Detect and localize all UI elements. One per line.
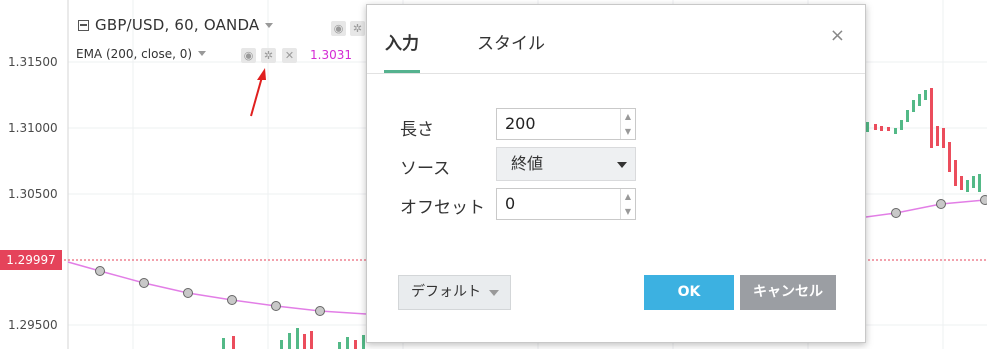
- source-label: ソース: [400, 159, 451, 179]
- symbol-title: GBP/USD, 60, OANDA: [95, 16, 260, 34]
- defaults-label: デフォルト: [411, 284, 481, 300]
- candles-left: [222, 328, 365, 349]
- indicator-value: 1.3031: [310, 48, 352, 62]
- collapse-icon[interactable]: [78, 20, 89, 31]
- indicator-settings-dialog: 入力 スタイル × 長さ 200 ▲ ▼ ソース 終値 オフセット 0 ▲ ▼ …: [366, 4, 866, 343]
- indicator-legend[interactable]: EMA (200, close, 0): [76, 47, 207, 61]
- eye-icon[interactable]: ◉: [331, 21, 346, 36]
- gear-icon[interactable]: ✲: [261, 48, 276, 63]
- tab-inputs[interactable]: 入力: [385, 29, 419, 54]
- offset-stepper[interactable]: ▲ ▼: [620, 189, 635, 219]
- length-stepper[interactable]: ▲ ▼: [620, 109, 635, 139]
- dropdown-arrow-icon: [617, 162, 627, 168]
- stepper-down-icon[interactable]: ▼: [621, 204, 635, 219]
- price-axis-label: 1.31000: [8, 121, 58, 135]
- gear-icon[interactable]: ✲: [350, 21, 365, 36]
- price-axis-label: 1.31500: [8, 55, 58, 69]
- chevron-down-icon[interactable]: [198, 51, 207, 56]
- chevron-down-icon[interactable]: [265, 23, 274, 28]
- indicator-label: EMA (200, close, 0): [76, 47, 193, 61]
- defaults-button[interactable]: デフォルト: [398, 275, 511, 310]
- cancel-button[interactable]: キャンセル: [740, 275, 836, 310]
- price-axis-label: 1.29500: [8, 318, 58, 332]
- close-icon[interactable]: ×: [830, 25, 845, 46]
- symbol-legend[interactable]: GBP/USD, 60, OANDA: [78, 16, 274, 34]
- price-axis-label: 1.30500: [8, 187, 58, 201]
- candles-right: [866, 88, 981, 192]
- current-price-tag: 1.29997: [0, 250, 62, 270]
- stepper-down-icon[interactable]: ▼: [621, 124, 635, 139]
- dropdown-arrow-icon: [489, 290, 499, 296]
- offset-label: オフセット: [400, 198, 485, 218]
- eye-icon[interactable]: ◉: [241, 48, 256, 63]
- tab-style[interactable]: スタイル: [477, 29, 545, 54]
- tab-divider: [367, 73, 865, 74]
- length-label: 長さ: [400, 120, 434, 140]
- close-icon[interactable]: ✕: [282, 48, 297, 63]
- ok-button[interactable]: OK: [644, 275, 734, 310]
- source-value: 終値: [511, 154, 544, 173]
- length-input[interactable]: 200 ▲ ▼: [496, 108, 636, 140]
- offset-value: 0: [505, 194, 516, 213]
- length-value: 200: [505, 114, 536, 133]
- stepper-up-icon[interactable]: ▲: [621, 189, 635, 204]
- offset-input[interactable]: 0 ▲ ▼: [496, 188, 636, 220]
- stepper-up-icon[interactable]: ▲: [621, 109, 635, 124]
- source-select[interactable]: 終値: [496, 147, 636, 181]
